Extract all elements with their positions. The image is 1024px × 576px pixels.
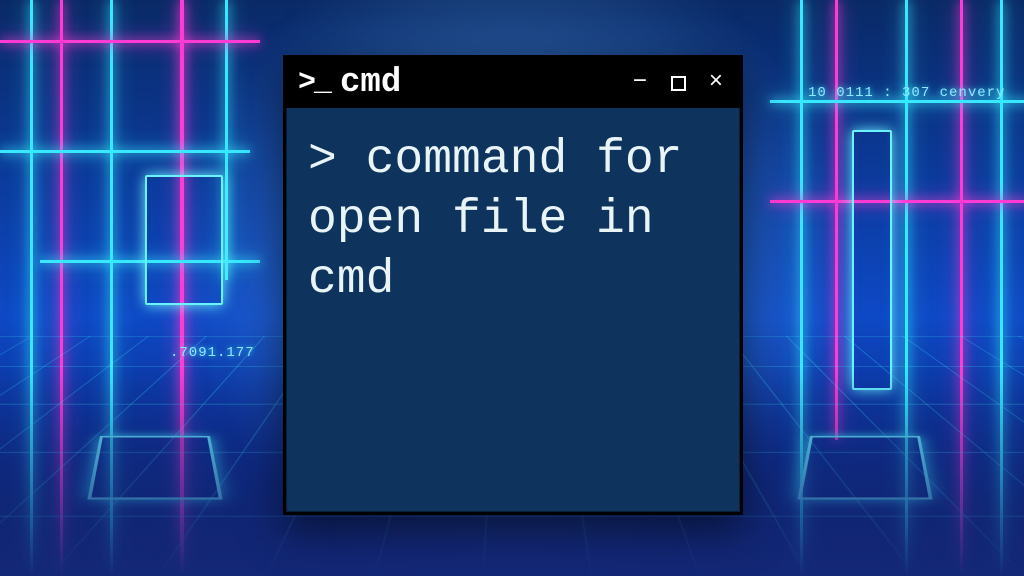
floor-tile [797,436,932,500]
terminal-prompt-icon: >_ [298,68,330,98]
decorative-text: 10 0111 : 307 cenvery [808,85,1005,101]
minimize-button[interactable]: − [626,69,654,97]
titlebar[interactable]: >_ cmd − × [286,58,740,108]
terminal-body[interactable]: > command for open file in cmd [286,108,740,512]
command-text: command for open file in cmd [308,133,682,307]
prompt-line: > command for open file in cmd [308,130,718,310]
neon-line [0,40,260,43]
neon-line [770,200,1024,203]
maximize-icon [671,76,686,91]
maximize-button[interactable] [664,69,692,97]
floor-tile [87,436,222,500]
background-scene: .7091.177 10 0111 : 307 cenvery >_ cmd −… [0,0,1024,576]
close-button[interactable]: × [702,69,730,97]
window-title: cmd [340,64,401,102]
cmd-window: >_ cmd − × > command for open file in cm… [283,55,743,515]
prompt-symbol: > [308,133,337,187]
neon-line [0,150,250,153]
neon-panel [145,175,223,305]
